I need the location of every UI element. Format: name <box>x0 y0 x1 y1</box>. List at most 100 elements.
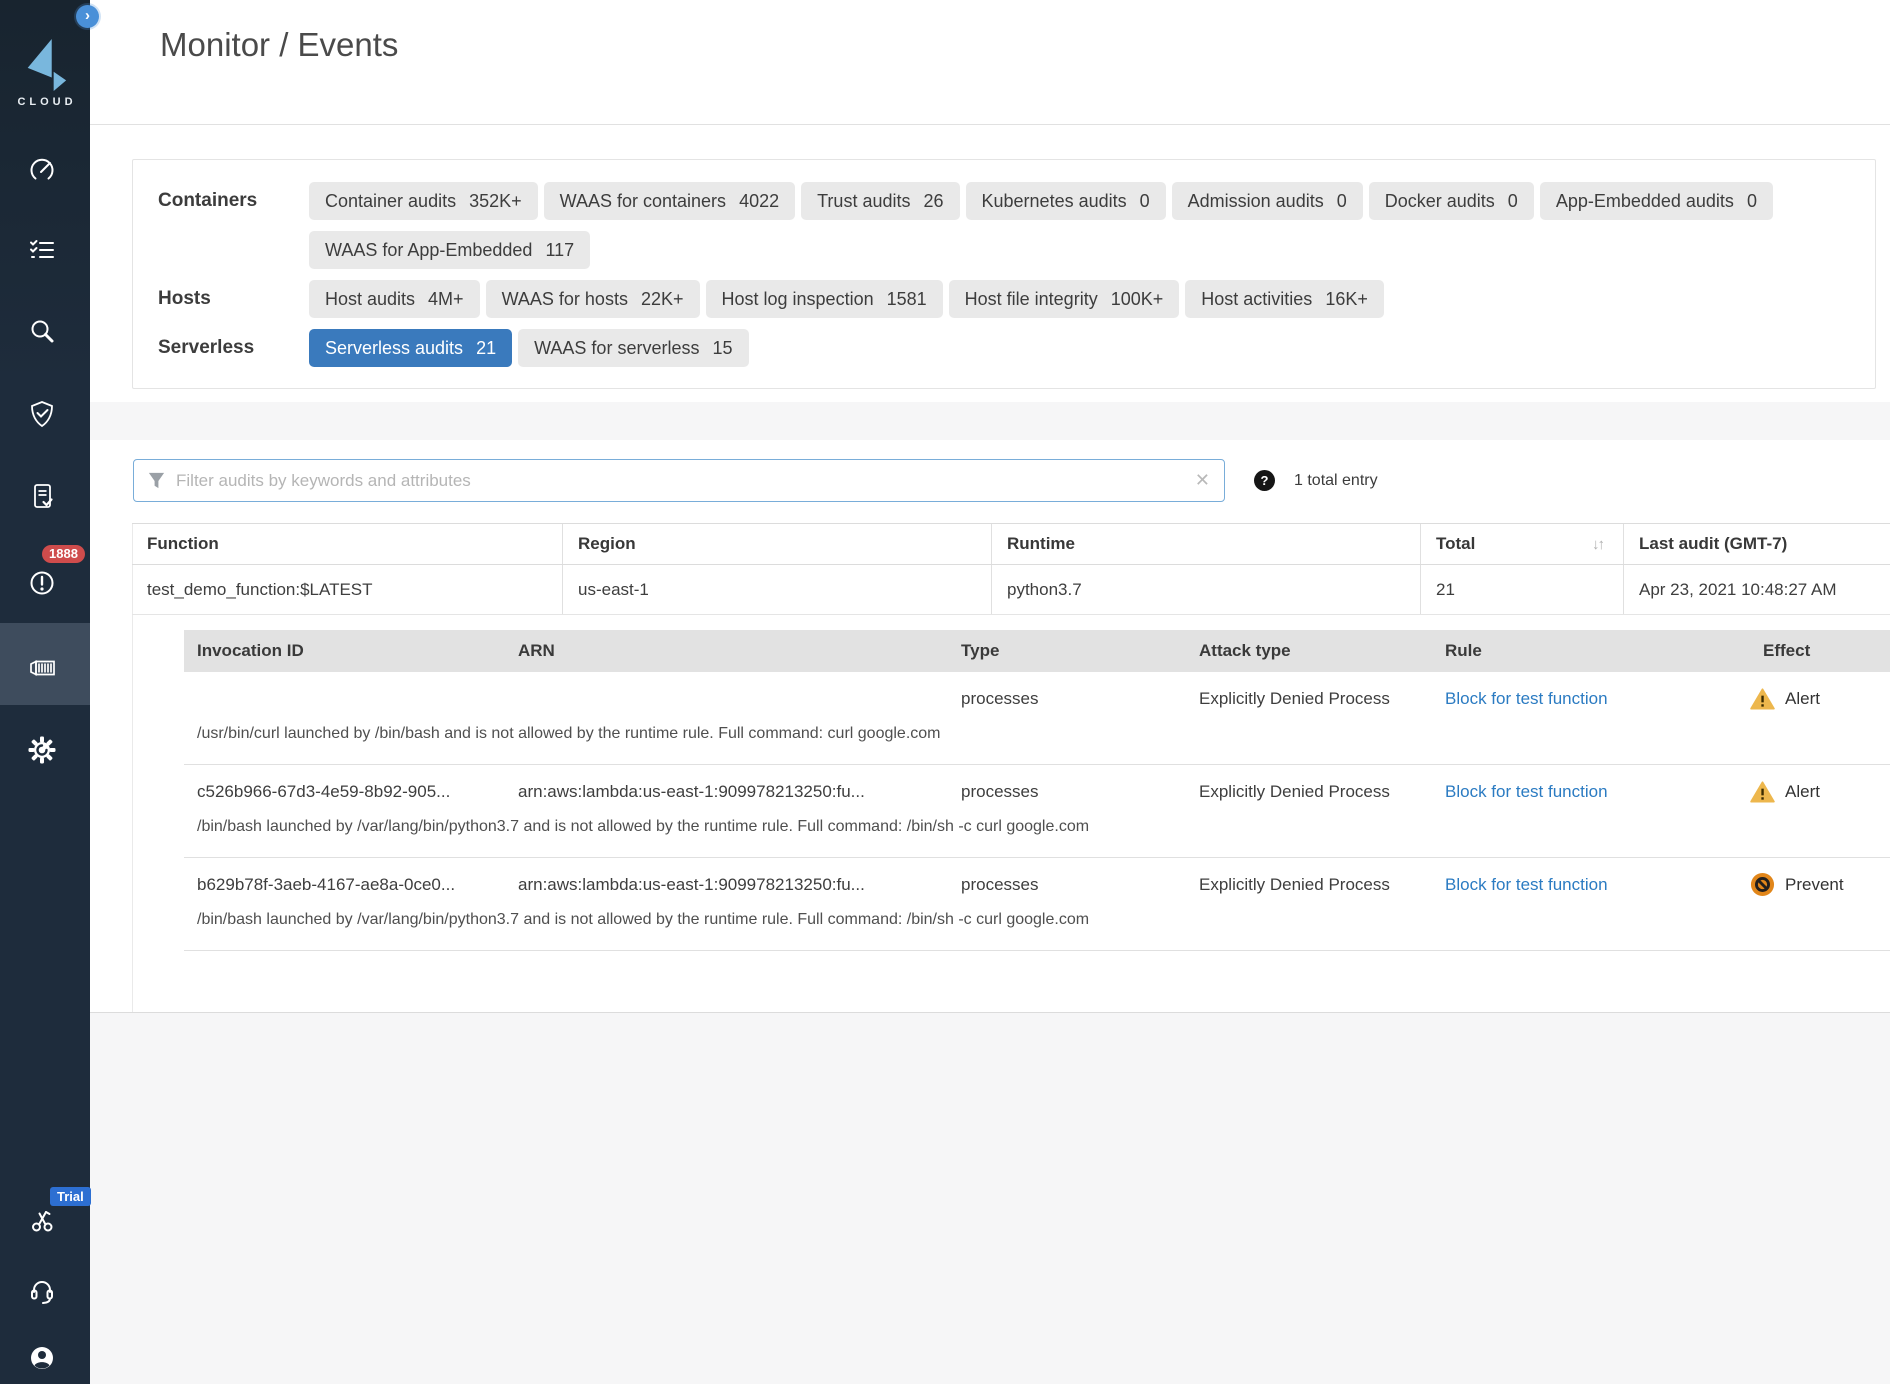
column-header-last-audit[interactable]: Last audit (GMT-7) <box>1624 524 1890 564</box>
column-header-region[interactable]: Region <box>563 524 992 564</box>
page-title: Monitor / Events <box>160 26 398 64</box>
chip-host-audits[interactable]: Host audits 4M+ <box>309 280 480 318</box>
settings-gear-icon[interactable] <box>27 735 57 765</box>
group-label: Containers <box>133 182 309 269</box>
support-headset-icon[interactable] <box>27 1275 57 1305</box>
alerts-exclamation-icon[interactable] <box>27 568 57 598</box>
audit-filter-input[interactable] <box>166 471 1181 491</box>
chip-waas-for-containers[interactable]: WAAS for containers 4022 <box>544 182 795 220</box>
chip-waas-for-app-embedded[interactable]: WAAS for App-Embedded 117 <box>309 231 590 269</box>
chip-container-audits[interactable]: Container audits 352K+ <box>309 182 538 220</box>
chip-serverless-audits[interactable]: Serverless audits 21 <box>309 329 512 367</box>
audit-row[interactable]: b629b78f-3aeb-4167-ae8a-0ce0... arn:aws:… <box>184 858 1890 951</box>
prevent-prohibition-icon <box>1750 872 1775 897</box>
chip-host-activities[interactable]: Host activities 16K+ <box>1185 280 1384 318</box>
sidebar: CLOUD <box>0 0 90 1384</box>
column-header-effect: Effect <box>1744 630 1890 672</box>
alert-warning-icon <box>1750 688 1775 710</box>
cell-attack-type: Explicitly Denied Process <box>1186 689 1432 709</box>
compliance-document-icon[interactable] <box>27 481 57 511</box>
chip-count: 26 <box>923 191 943 212</box>
chip-label: Container audits <box>325 191 456 212</box>
cell-type: processes <box>948 875 1186 895</box>
chip-count: 22K+ <box>641 289 684 310</box>
rule-link[interactable]: Block for test function <box>1445 689 1608 709</box>
defend-shield-icon[interactable] <box>27 399 57 429</box>
column-header-invocation-id: Invocation ID <box>184 630 505 672</box>
chip-count: 15 <box>712 338 732 359</box>
rule-link[interactable]: Block for test function <box>1445 782 1608 802</box>
rule-link[interactable]: Block for test function <box>1445 875 1608 895</box>
chip-label: Admission audits <box>1188 191 1324 212</box>
results-panel: ✕ ? 1 total entry Function Region Runtim… <box>90 440 1890 1013</box>
cell-invocation-id: b629b78f-3aeb-4167-ae8a-0ce0... <box>184 875 505 895</box>
logo-text: CLOUD <box>0 96 90 108</box>
alert-warning-icon <box>1750 781 1775 803</box>
brand-logo: CLOUD <box>0 38 90 108</box>
chip-waas-for-serverless[interactable]: WAAS for serverless 15 <box>518 329 748 367</box>
column-header-rule: Rule <box>1432 630 1744 672</box>
column-header-total[interactable]: Total ↓↑ <box>1421 524 1624 564</box>
chip-count: 117 <box>545 240 574 261</box>
policies-checklist-icon[interactable] <box>27 235 57 265</box>
chip-kubernetes-audits[interactable]: Kubernetes audits 0 <box>966 182 1166 220</box>
chip-label: Serverless audits <box>325 338 463 359</box>
alert-count-badge: 1888 <box>42 545 85 563</box>
containers-nav-icon[interactable] <box>27 652 57 682</box>
cell-last-audit: Apr 23, 2021 10:48:27 AM <box>1624 565 1890 614</box>
chip-app-embedded-audits[interactable]: App-Embedded audits 0 <box>1540 182 1773 220</box>
trial-badge: Trial <box>50 1187 91 1206</box>
page-header: Monitor / Events <box>90 0 1890 125</box>
cell-total: 21 <box>1421 565 1624 614</box>
function-row[interactable]: test_demo_function:$LATEST us-east-1 pyt… <box>132 565 1890 615</box>
total-entries-text: 1 total entry <box>1294 471 1378 491</box>
sort-icon[interactable]: ↓↑ <box>1592 536 1603 553</box>
chip-label: Host log inspection <box>722 289 874 310</box>
chip-label: App-Embedded audits <box>1556 191 1734 212</box>
chip-docker-audits[interactable]: Docker audits 0 <box>1369 182 1534 220</box>
chip-label: WAAS for hosts <box>502 289 628 310</box>
chip-count: 4022 <box>739 191 779 212</box>
column-header-function[interactable]: Function <box>132 524 563 564</box>
help-icon[interactable]: ? <box>1254 470 1275 491</box>
chip-label: Trust audits <box>817 191 910 212</box>
search-nav-icon[interactable] <box>27 317 57 347</box>
chip-count: 0 <box>1140 191 1150 212</box>
audit-types-card: Containers Container audits 352K+ WAAS f… <box>132 159 1876 389</box>
prisma-cloud-logo-icon <box>20 38 70 92</box>
audits-table: Invocation ID ARN Type Attack type Rule … <box>184 630 1890 951</box>
chip-label: Host activities <box>1201 289 1312 310</box>
chip-label: Docker audits <box>1385 191 1495 212</box>
column-header-arn: ARN <box>505 630 948 672</box>
clear-filter-icon[interactable]: ✕ <box>1181 470 1224 491</box>
chip-label: Kubernetes audits <box>982 191 1127 212</box>
chip-count: 16K+ <box>1325 289 1368 310</box>
app-root: CLOUD <box>0 0 1890 1384</box>
chip-count: 100K+ <box>1111 289 1164 310</box>
dashboard-gauge-icon[interactable] <box>27 155 57 185</box>
chip-trust-audits[interactable]: Trust audits 26 <box>801 182 959 220</box>
column-header-attack-type: Attack type <box>1186 630 1432 672</box>
cell-function: test_demo_function:$LATEST <box>132 565 563 614</box>
audit-message: /bin/bash launched by /var/lang/bin/pyth… <box>184 911 1890 950</box>
account-user-icon[interactable] <box>27 1343 57 1373</box>
chip-count: 352K+ <box>469 191 522 212</box>
column-header-runtime[interactable]: Runtime <box>992 524 1421 564</box>
group-label: Hosts <box>133 280 309 318</box>
cell-invocation-id: c526b966-67d3-4e59-8b92-905... <box>184 782 505 802</box>
sidebar-collapse-toggle[interactable]: › <box>76 5 99 28</box>
column-header-type: Type <box>948 630 1186 672</box>
chip-waas-for-hosts[interactable]: WAAS for hosts 22K+ <box>486 280 700 318</box>
cell-attack-type: Explicitly Denied Process <box>1186 875 1432 895</box>
chip-admission-audits[interactable]: Admission audits 0 <box>1172 182 1363 220</box>
chip-host-log-inspection[interactable]: Host log inspection 1581 <box>706 280 943 318</box>
cell-type: processes <box>948 782 1186 802</box>
chip-count: 21 <box>476 338 496 359</box>
audit-message: /bin/bash launched by /var/lang/bin/pyth… <box>184 818 1890 857</box>
audit-row[interactable]: processes Explicitly Denied Process Bloc… <box>184 672 1890 765</box>
access-keys-icon[interactable] <box>27 1205 57 1235</box>
group-serverless: Serverless Serverless audits 21 WAAS for… <box>133 329 1875 367</box>
audit-row[interactable]: c526b966-67d3-4e59-8b92-905... arn:aws:l… <box>184 765 1890 858</box>
cell-arn: arn:aws:lambda:us-east-1:909978213250:fu… <box>505 782 948 802</box>
chip-host-file-integrity[interactable]: Host file integrity 100K+ <box>949 280 1180 318</box>
